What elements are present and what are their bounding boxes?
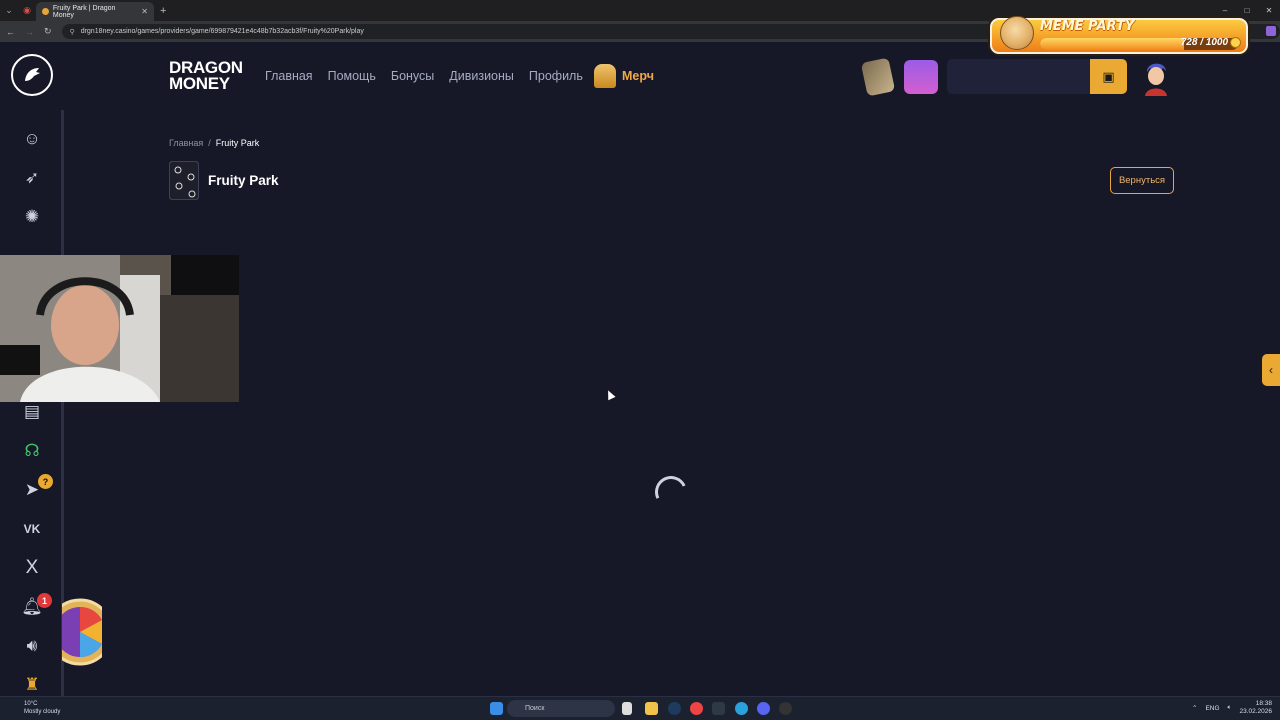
promo-goggles-icon[interactable] bbox=[904, 60, 938, 94]
main-navigation: Главная Помощь Бонусы Дивизионы Профиль bbox=[265, 69, 583, 83]
sidebar-x-icon[interactable]: X bbox=[20, 556, 44, 580]
game-thumbnail bbox=[169, 161, 199, 200]
start-button[interactable] bbox=[490, 702, 503, 715]
obs-icon[interactable] bbox=[779, 702, 792, 715]
tab-search-chevron-icon[interactable]: ⌄ bbox=[0, 0, 18, 21]
breadcrumb: Главная / Fruity Park bbox=[169, 138, 259, 148]
site-info-icon[interactable]: ⚲ bbox=[70, 28, 75, 36]
tab-close-icon[interactable]: ✕ bbox=[141, 7, 148, 16]
fortune-wheel-button[interactable] bbox=[46, 598, 114, 666]
recording-indicator-icon: ◉ bbox=[23, 5, 31, 15]
meme-party-widget: MEME PARTY 728 / 1000 bbox=[990, 16, 1248, 54]
breadcrumb-current: Fruity Park bbox=[215, 138, 260, 148]
webcam-feed-image bbox=[0, 255, 239, 402]
wallet-button[interactable]: ▣ bbox=[1090, 59, 1127, 94]
sidebar-sound-icon[interactable]: 🔊︎ bbox=[20, 634, 44, 658]
weather-text: Mostly cloudy bbox=[24, 709, 61, 715]
promo-book-icon[interactable] bbox=[860, 57, 896, 97]
browser-tab-active[interactable]: Fruity Park | Dragon Money ✕ bbox=[36, 2, 154, 21]
sidebar-support-icon[interactable]: ☊ bbox=[20, 439, 44, 463]
sidebar-rocket-icon[interactable]: ➶ bbox=[20, 166, 44, 190]
meme-party-count: 728 / 1000 bbox=[1180, 37, 1228, 48]
telegram-taskbar-icon[interactable] bbox=[735, 702, 748, 715]
taskbar-search[interactable]: Поиск bbox=[507, 700, 615, 717]
new-tab-button[interactable]: + bbox=[160, 5, 166, 17]
breadcrumb-home[interactable]: Главная bbox=[169, 138, 203, 148]
explorer-icon[interactable] bbox=[645, 702, 658, 715]
chrome-icon[interactable] bbox=[690, 702, 703, 715]
nav-home[interactable]: Главная bbox=[265, 69, 313, 83]
meme-party-title: MEME PARTY bbox=[1040, 19, 1135, 34]
dragon-head-icon bbox=[25, 68, 40, 81]
brand-logo[interactable]: DRAGON MONEY bbox=[169, 59, 243, 93]
sidebar-crab-icon[interactable]: ✺ bbox=[20, 205, 44, 229]
forward-arrow-icon[interactable]: → bbox=[25, 27, 34, 37]
loading-spinner bbox=[650, 471, 692, 513]
sidebar-cases-icon[interactable]: ▤ bbox=[20, 400, 44, 424]
weather-widget[interactable]: 10°C Mostly cloudy bbox=[8, 700, 60, 716]
chevron-left-icon: ‹ bbox=[1269, 363, 1273, 377]
user-avatar[interactable] bbox=[1141, 58, 1171, 96]
meme-party-progress-fill bbox=[1040, 38, 1185, 50]
url-text: drgn18ney.casino/games/providers/game/69… bbox=[80, 28, 364, 35]
tray-chevron-icon[interactable]: ⌃ bbox=[1192, 704, 1197, 712]
nav-bonuses[interactable]: Бонусы bbox=[391, 69, 434, 83]
close-window-button[interactable]: ✕ bbox=[1258, 0, 1280, 21]
taskbar-search-label: Поиск bbox=[525, 705, 545, 712]
discord-icon[interactable] bbox=[757, 702, 770, 715]
coin-icon bbox=[1230, 37, 1241, 48]
merch-label: Мерч bbox=[622, 69, 654, 83]
nav-help[interactable]: Помощь bbox=[328, 69, 376, 83]
game-thumbnail-pattern bbox=[170, 162, 198, 199]
weather-temp: 10°C bbox=[24, 701, 38, 707]
taskview-icon[interactable] bbox=[622, 702, 632, 715]
windows-taskbar: 10°C Mostly cloudy Поиск ⌃ ENG 🔈︎ 18:38 … bbox=[0, 696, 1280, 720]
terminal-icon[interactable] bbox=[712, 702, 725, 715]
sidebar-vk-icon[interactable]: VK bbox=[20, 517, 44, 541]
tab-favicon-icon bbox=[42, 8, 49, 15]
tray-sound-icon[interactable]: 🔈︎ bbox=[1228, 704, 1232, 712]
sidebar-games-icon[interactable]: ☺ bbox=[20, 127, 44, 151]
clock-date: 23.02.2026 bbox=[1239, 708, 1272, 715]
game-title: Fruity Park bbox=[208, 173, 279, 188]
tray-language[interactable]: ENG bbox=[1205, 705, 1219, 712]
steam-icon[interactable] bbox=[668, 702, 681, 715]
mouse-cursor-icon bbox=[604, 388, 616, 401]
brand-line-2: MONEY bbox=[169, 74, 230, 93]
back-button[interactable]: Вернуться bbox=[1110, 167, 1174, 194]
taskbar-clock[interactable]: 18:38 23.02.2026 bbox=[1239, 700, 1272, 716]
telegram-badge: ? bbox=[38, 474, 53, 489]
webcam-overlay bbox=[0, 255, 239, 402]
tab-title: Fruity Park | Dragon Money bbox=[52, 4, 116, 19]
sidebar-bottom-icon[interactable]: ♜ bbox=[20, 673, 44, 697]
hoodie-icon bbox=[594, 64, 616, 88]
dragon-logo-icon[interactable] bbox=[11, 54, 53, 96]
system-tray: ⌃ ENG 🔈︎ 18:38 23.02.2026 bbox=[1192, 700, 1272, 716]
reload-icon[interactable]: ↻ bbox=[44, 26, 52, 37]
extension-icon[interactable] bbox=[1266, 26, 1276, 36]
nav-merch[interactable]: Мерч bbox=[594, 64, 654, 88]
nav-profile[interactable]: Профиль bbox=[529, 69, 583, 83]
breadcrumb-separator: / bbox=[208, 138, 211, 148]
avatar-icon bbox=[1145, 63, 1167, 96]
doge-icon bbox=[1000, 16, 1034, 50]
clock-time: 18:38 bbox=[1255, 700, 1272, 707]
fortune-wheel-icon bbox=[46, 598, 114, 666]
notifications-badge: 1 bbox=[37, 593, 52, 608]
back-arrow-icon[interactable]: ← bbox=[6, 27, 15, 37]
nav-divisions[interactable]: Дивизионы bbox=[449, 69, 514, 83]
chat-collapse-button[interactable]: ‹ bbox=[1262, 354, 1280, 386]
balance-display[interactable] bbox=[947, 59, 1091, 94]
wallet-icon: ▣ bbox=[1102, 68, 1115, 84]
